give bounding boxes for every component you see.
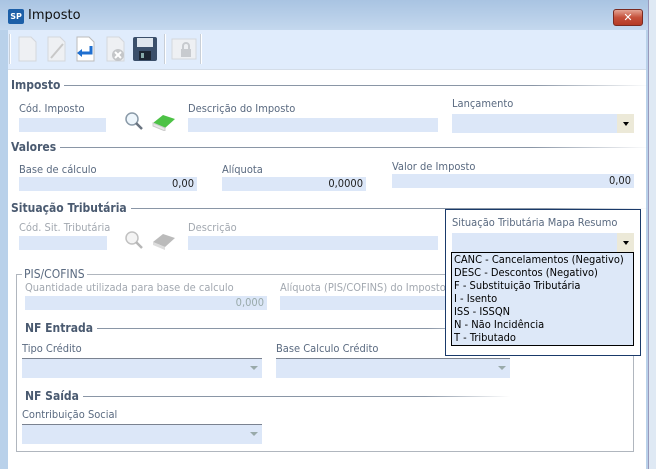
- list-option[interactable]: DESC - Descontos (Negativo): [452, 266, 633, 279]
- section-title: Imposto: [11, 78, 61, 92]
- dropdown-arrow-icon[interactable]: [617, 233, 634, 252]
- mapa-resumo-combo[interactable]: [452, 233, 634, 252]
- lancamento-label: Lançamento: [452, 97, 514, 110]
- valor-imposto-label: Valor de Imposto: [392, 160, 476, 173]
- contribuicao-combo[interactable]: [22, 424, 262, 444]
- aliquota-pis-input[interactable]: [280, 296, 450, 310]
- lancamento-combo[interactable]: [452, 114, 634, 133]
- cod-imposto-input[interactable]: [19, 118, 106, 132]
- list-option[interactable]: N - Não Incidência: [452, 318, 633, 331]
- dropdown-arrow-icon: [498, 366, 506, 370]
- contribuicao-label: Contribuição Social: [22, 408, 118, 421]
- list-option[interactable]: CANC - Cancelamentos (Negativo): [452, 253, 633, 266]
- tipo-credito-label: Tipo Crédito: [22, 342, 82, 355]
- search-icon: [124, 230, 144, 253]
- save-icon[interactable]: [131, 33, 159, 65]
- qtd-base-input[interactable]: 0,000: [25, 296, 267, 310]
- descricao-imposto-input[interactable]: [188, 118, 438, 132]
- eraser-icon[interactable]: [151, 111, 177, 134]
- toolbar-separator: [164, 34, 166, 64]
- new-icon[interactable]: [13, 33, 41, 65]
- list-option[interactable]: F - Substituição Tributária: [452, 279, 633, 292]
- edit-icon[interactable]: [42, 33, 70, 65]
- list-option[interactable]: T - Tributado: [452, 331, 633, 344]
- descricao-imposto-label: Descrição do Imposto: [188, 102, 296, 115]
- base-credito-label: Base Calculo Crédito: [276, 342, 379, 355]
- section-nf-entrada: NF Entrada: [25, 321, 510, 335]
- aliquota-pis-label: Alíquota (PIS/COFINS) do Imposto e: [280, 281, 456, 294]
- aliquota-input[interactable]: 0,0000: [222, 177, 366, 191]
- dropdown-arrow-icon[interactable]: [617, 114, 634, 133]
- list-option[interactable]: I - Isento: [452, 292, 633, 305]
- section-valores: Valores: [11, 140, 650, 154]
- window-title: Imposto: [28, 8, 81, 23]
- toolbar-separator: [9, 34, 11, 64]
- descricao-sit-label: Descrição: [188, 221, 237, 234]
- cod-sit-input[interactable]: [19, 236, 107, 250]
- lock-icon[interactable]: [170, 33, 198, 65]
- dropdown-arrow-icon: [250, 366, 258, 370]
- delete-icon[interactable]: [101, 33, 129, 65]
- base-calculo-label: Base de cálculo: [19, 163, 97, 176]
- section-title: NF Entrada: [25, 321, 94, 335]
- search-icon[interactable]: [124, 111, 144, 134]
- section-nf-saida: NF Saída: [25, 389, 510, 403]
- section-title: Situação Tributária: [11, 201, 127, 215]
- base-calculo-input[interactable]: 0,00: [19, 177, 197, 191]
- tipo-credito-combo[interactable]: [22, 358, 262, 378]
- section-title: Valores: [11, 140, 57, 154]
- title-bar: [0, 0, 648, 30]
- cod-sit-label: Cód. Sit. Tributária: [19, 221, 111, 234]
- toolbar-separator: [200, 34, 202, 64]
- background-window: [648, 0, 656, 469]
- pis-cofins-title: PIS/COFINS: [22, 267, 87, 281]
- descricao-sit-input[interactable]: [188, 236, 438, 250]
- list-option[interactable]: ISS - ISSQN: [452, 305, 633, 318]
- qtd-base-label: Quantidade utilizada para base de calcul…: [25, 281, 234, 294]
- section-title: NF Saída: [25, 389, 79, 403]
- mapa-resumo-list: CANC - Cancelamentos (Negativo) DESC - D…: [451, 252, 634, 346]
- close-button[interactable]: ✕: [613, 9, 643, 26]
- section-imposto: Imposto: [11, 78, 650, 92]
- dropdown-arrow-icon: [250, 432, 258, 436]
- eraser-icon: [151, 230, 177, 253]
- mapa-resumo-label: Situação Tributária Mapa Resumo: [452, 216, 618, 229]
- valor-imposto-input[interactable]: 0,00: [392, 174, 634, 188]
- app-icon: SP: [8, 9, 24, 24]
- base-credito-combo[interactable]: [276, 358, 510, 378]
- aliquota-label: Alíquota: [222, 163, 263, 176]
- undo-icon[interactable]: [71, 33, 99, 65]
- cod-imposto-label: Cód. Imposto: [19, 102, 85, 115]
